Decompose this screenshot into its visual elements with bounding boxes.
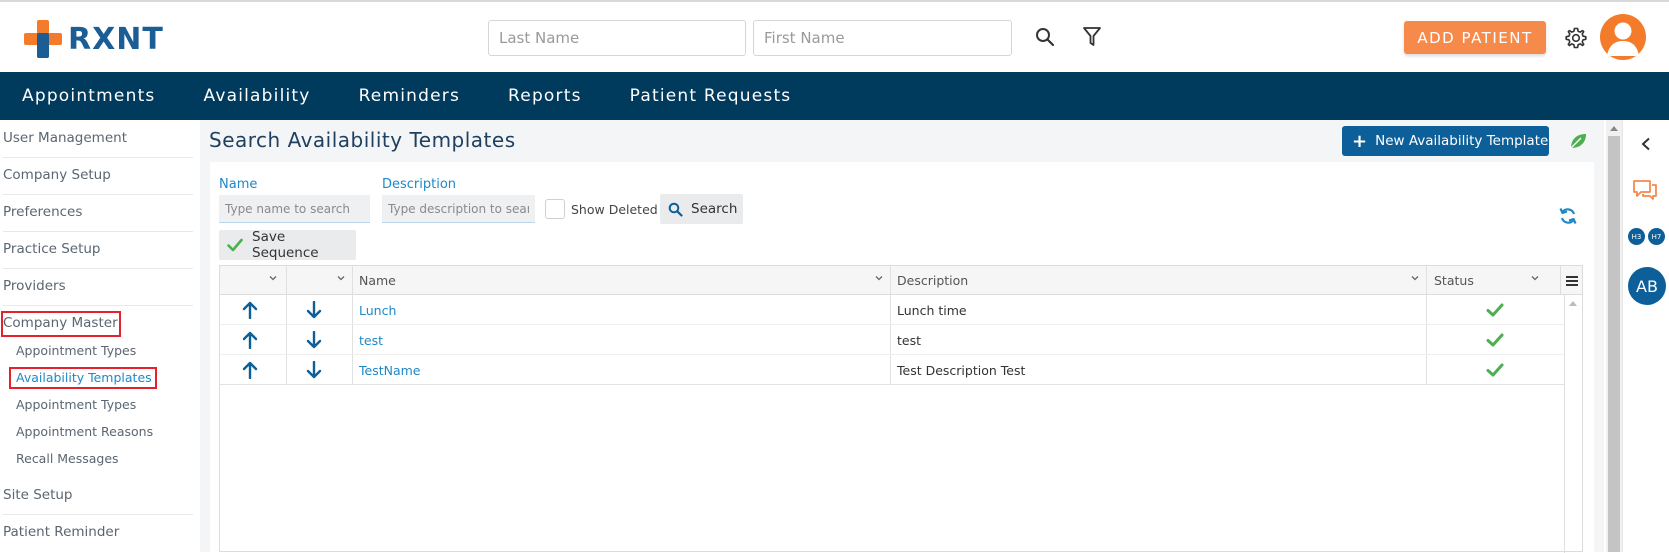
template-name-link[interactable]: Lunch — [359, 295, 396, 325]
chevron-down-icon[interactable] — [1530, 273, 1540, 283]
logo-cross-icon — [24, 20, 62, 58]
sidebar-divider — [3, 268, 193, 269]
sidebar-divider — [3, 157, 193, 158]
description-search-input[interactable] — [382, 195, 535, 223]
main-nav: Appointments Availability Reminders Repo… — [0, 72, 1669, 120]
status-check-icon — [1486, 325, 1504, 355]
sidebar-item-patient-reminder[interactable]: Patient Reminder — [3, 524, 119, 540]
description-label: Description — [382, 177, 457, 192]
chevron-down-icon[interactable] — [336, 273, 346, 283]
sidebar-item-providers[interactable]: Providers — [3, 278, 66, 294]
nav-reports[interactable]: Reports — [508, 86, 582, 106]
highlight-box-availability-templates — [9, 367, 157, 389]
status-check-icon — [1486, 295, 1504, 325]
sidebar-item-practice-setup[interactable]: Practice Setup — [3, 241, 101, 257]
search-icon[interactable] — [1033, 25, 1057, 49]
sidebar-sub-appointment-types-2[interactable]: Appointment Types — [16, 397, 136, 412]
leaf-icon[interactable] — [1567, 130, 1589, 152]
table-row[interactable]: Lunch Lunch time — [220, 295, 1564, 325]
grid-scrollbar-edge — [1564, 295, 1565, 553]
sidebar-divider — [3, 194, 193, 195]
sidebar-item-user-management[interactable]: User Management — [3, 130, 127, 146]
chevron-down-icon[interactable] — [874, 273, 884, 283]
sidebar-item-site-setup[interactable]: Site Setup — [3, 487, 73, 503]
table-row[interactable]: TestName Test Description Test — [220, 355, 1564, 385]
sidebar-divider — [3, 514, 193, 515]
brand-name: RXNT — [68, 21, 164, 57]
grid-header: Name Description Status — [220, 266, 1582, 295]
column-header-status[interactable]: Status — [1434, 266, 1474, 295]
nav-availability[interactable]: Availability — [204, 86, 311, 106]
rxnt-logo[interactable]: RXNT — [24, 20, 164, 58]
scroll-thumb[interactable] — [1608, 136, 1620, 552]
move-up-arrow-icon[interactable] — [242, 355, 258, 385]
column-header-name[interactable]: Name — [359, 266, 396, 295]
user-avatar[interactable] — [1600, 14, 1646, 60]
first-name-input[interactable] — [753, 20, 1012, 56]
column-header-description[interactable]: Description — [897, 266, 968, 295]
move-up-arrow-icon[interactable] — [242, 295, 258, 325]
new-button-label: New Availability Template — [1375, 133, 1549, 149]
sidebar-sub-appointment-reasons[interactable]: Appointment Reasons — [16, 424, 153, 439]
gear-icon[interactable] — [1563, 25, 1589, 51]
highlight-box-company-master — [1, 311, 121, 337]
grid-menu-icon[interactable] — [1560, 266, 1582, 295]
template-name-link[interactable]: TestName — [359, 355, 421, 385]
sidebar-item-preferences[interactable]: Preferences — [3, 204, 82, 220]
template-description: Test Description Test — [897, 362, 1026, 378]
sidebar-divider — [3, 231, 193, 232]
chevron-left-icon[interactable] — [1636, 134, 1656, 154]
sidebar-divider — [3, 305, 193, 306]
check-icon — [227, 238, 243, 252]
chevron-down-icon[interactable] — [268, 273, 278, 283]
sidebar-sub-appointment-types[interactable]: Appointment Types — [16, 343, 136, 358]
name-label: Name — [219, 177, 258, 192]
search-button[interactable]: Search — [660, 194, 743, 224]
chevron-down-icon[interactable] — [1410, 273, 1420, 283]
nav-patient-requests[interactable]: Patient Requests — [630, 86, 792, 106]
move-down-arrow-icon[interactable] — [306, 355, 322, 385]
template-description: Lunch time — [897, 302, 967, 318]
page-title: Search Availability Templates — [209, 128, 516, 152]
template-name-link[interactable]: test — [359, 325, 383, 355]
scroll-up-icon[interactable] — [1609, 124, 1619, 132]
show-deleted-label: Show Deleted — [571, 202, 658, 217]
new-availability-template-button[interactable]: + New Availability Template — [1342, 126, 1549, 156]
table-row[interactable]: test test — [220, 325, 1564, 355]
page-scrollbar[interactable] — [1606, 120, 1622, 552]
plus-icon: + — [1352, 130, 1368, 152]
show-deleted-checkbox[interactable] — [545, 199, 565, 219]
move-up-arrow-icon[interactable] — [242, 325, 258, 355]
badge-h7[interactable]: H7 — [1648, 228, 1665, 245]
last-name-input[interactable] — [488, 20, 746, 56]
search-button-label: Search — [691, 201, 738, 217]
grid-scroll-up-icon[interactable] — [1568, 299, 1578, 307]
name-search-input[interactable] — [219, 195, 370, 223]
save-sequence-label: Save Sequence — [252, 229, 319, 261]
status-check-icon — [1486, 355, 1504, 385]
move-down-arrow-icon[interactable] — [306, 325, 322, 355]
add-patient-button[interactable]: ADD PATIENT — [1404, 21, 1546, 54]
refresh-icon[interactable] — [1556, 204, 1580, 228]
badge-h3[interactable]: H3 — [1628, 228, 1645, 245]
nav-reminders[interactable]: Reminders — [359, 86, 460, 106]
move-down-arrow-icon[interactable] — [306, 295, 322, 325]
search-icon — [668, 202, 683, 217]
nav-appointments[interactable]: Appointments — [22, 86, 156, 106]
sidebar-item-company-setup[interactable]: Company Setup — [3, 167, 111, 183]
templates-grid: Name Description Status Lunch Lunch time… — [219, 265, 1583, 553]
save-sequence-button[interactable]: Save Sequence — [219, 229, 356, 261]
filter-icon[interactable] — [1080, 25, 1104, 49]
template-description: test — [897, 332, 922, 348]
sidebar-sub-recall-messages[interactable]: Recall Messages — [16, 451, 119, 466]
user-initials-avatar[interactable]: AB — [1628, 267, 1666, 305]
chat-icon[interactable] — [1630, 176, 1660, 204]
